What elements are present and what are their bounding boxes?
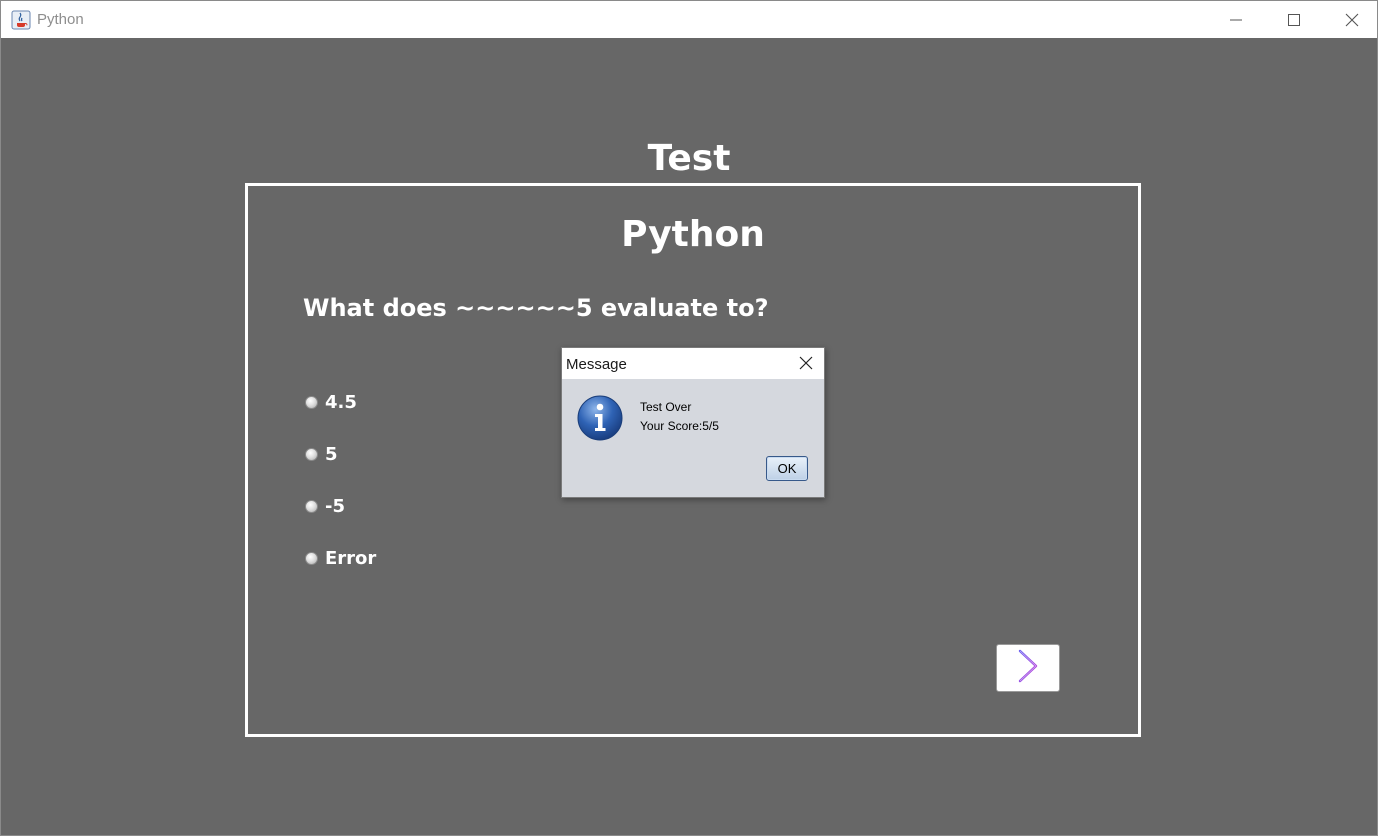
- minimize-button[interactable]: [1207, 1, 1265, 38]
- dialog-message-line1: Test Over: [640, 400, 692, 414]
- option-label: -5: [325, 495, 345, 517]
- question-text: What does ~~~~~~5 evaluate to?: [303, 294, 769, 322]
- radio-button-icon[interactable]: [305, 447, 318, 461]
- dialog-title-bar[interactable]: Message: [562, 348, 824, 379]
- option-label: Error: [325, 547, 377, 569]
- app-window: Python Test Python What does ~~~~~~5 eva…: [0, 0, 1378, 836]
- next-button[interactable]: [996, 644, 1060, 692]
- ok-button[interactable]: OK: [766, 456, 808, 481]
- option-radio[interactable]: -5: [305, 495, 345, 517]
- option-radio[interactable]: 4.5: [305, 391, 357, 413]
- maximize-icon: [1288, 13, 1300, 26]
- option-radio[interactable]: Error: [305, 547, 376, 569]
- option-label: 5: [325, 443, 338, 465]
- option-radio[interactable]: 5: [305, 443, 338, 465]
- page-title: Test: [647, 138, 731, 179]
- dialog-title: Message: [566, 356, 627, 373]
- window-title: Python: [37, 11, 84, 28]
- close-button[interactable]: [1323, 1, 1378, 38]
- maximize-button[interactable]: [1265, 1, 1323, 38]
- option-label: 4.5: [325, 391, 357, 413]
- minimize-icon: [1230, 14, 1242, 26]
- dialog-message-line2: Your Score:5/5: [640, 419, 719, 433]
- info-icon: [577, 395, 623, 441]
- dialog-close-icon[interactable]: [798, 355, 814, 371]
- subject-title: Python: [621, 214, 765, 255]
- radio-button-icon[interactable]: [305, 395, 318, 409]
- chevron-right-icon: [1015, 649, 1041, 687]
- title-bar[interactable]: Python: [1, 1, 1377, 38]
- message-dialog: Message Test Over Your Score:5/5 OK: [561, 347, 825, 498]
- radio-button-icon[interactable]: [305, 499, 318, 513]
- close-icon: [1345, 13, 1359, 27]
- java-app-icon: [11, 10, 31, 30]
- radio-button-icon[interactable]: [305, 551, 318, 565]
